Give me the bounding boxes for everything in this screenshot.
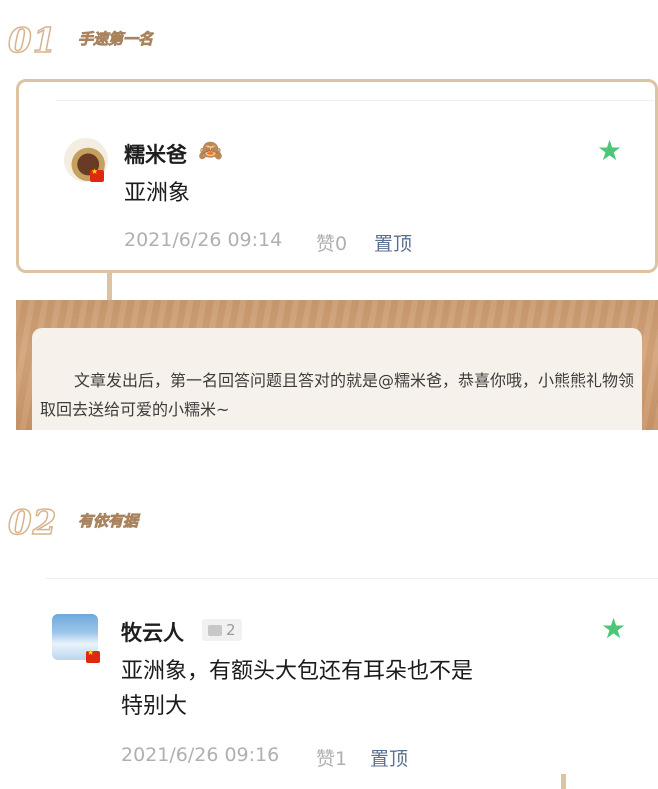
connector-line bbox=[107, 273, 112, 300]
comment-text-line-2: 特别大 bbox=[121, 694, 188, 719]
divider bbox=[56, 100, 654, 101]
section-number-2: 02 bbox=[7, 503, 58, 543]
badge-count: 2 bbox=[226, 621, 236, 639]
comment-timestamp: 2021/6/26 09:16 bbox=[121, 744, 280, 766]
star-icon[interactable]: ★ bbox=[601, 615, 626, 643]
star-icon[interactable]: ★ bbox=[597, 137, 622, 165]
like-count[interactable]: 赞0 bbox=[316, 229, 347, 256]
note-text: 文章发出后，第一名回答问题且答对的就是@糯米爸，恭喜你哦，小熊熊礼物领取回去送给… bbox=[40, 371, 635, 419]
comment-count-badge: 2 bbox=[202, 619, 242, 641]
connector-line bbox=[561, 774, 566, 789]
comment-timestamp: 2021/6/26 09:14 bbox=[124, 229, 283, 251]
comment-bubble-icon bbox=[208, 624, 222, 636]
comment-text-line-1: 亚洲象，有额头大包还有耳朵也不是 bbox=[121, 659, 474, 684]
section-number-1: 01 bbox=[7, 21, 58, 61]
comment-text: 亚洲象 bbox=[124, 181, 191, 206]
like-count[interactable]: 赞1 bbox=[316, 744, 347, 771]
section-title-2: 有依有据 bbox=[78, 512, 139, 530]
divider bbox=[46, 578, 658, 579]
section-title-1: 手速第一名 bbox=[78, 30, 154, 48]
pin-button[interactable]: 置顶 bbox=[374, 229, 412, 256]
comment-username[interactable]: 牧云人 bbox=[121, 617, 184, 647]
comment-username[interactable]: 糯米爸 bbox=[124, 139, 187, 169]
see-no-evil-monkey-icon: 🙈 bbox=[198, 138, 223, 162]
china-flag-icon bbox=[90, 167, 104, 182]
china-flag-icon bbox=[86, 648, 100, 663]
pin-button[interactable]: 置顶 bbox=[370, 744, 408, 771]
